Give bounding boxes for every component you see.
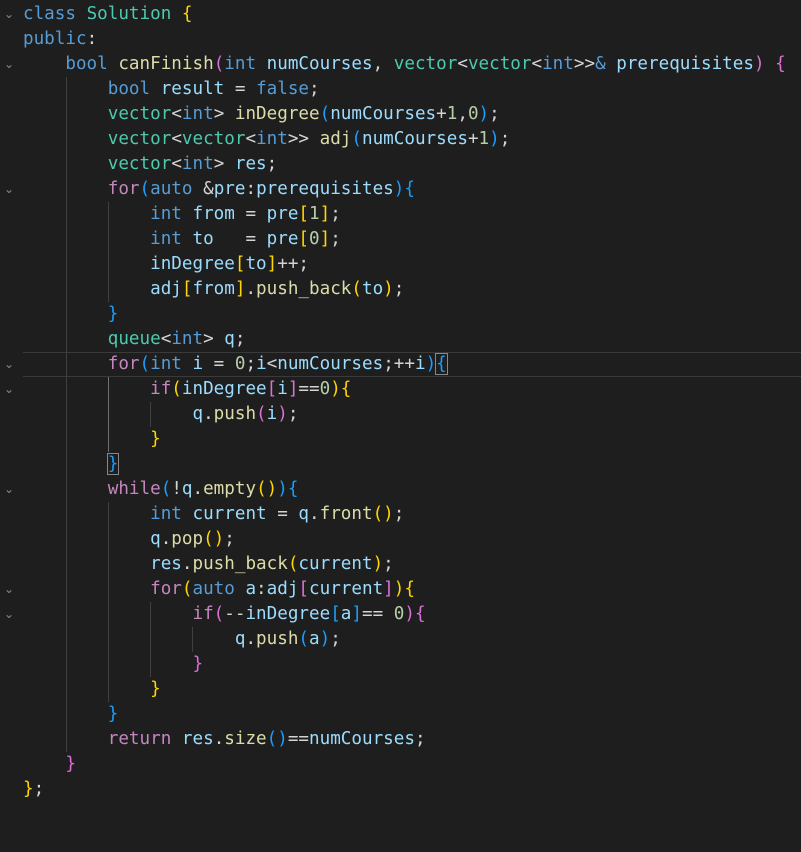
keyword: class	[23, 4, 76, 24]
parameter: numCourses	[266, 54, 373, 74]
code-line[interactable]: inDegree[to]++;	[0, 252, 801, 277]
code-line[interactable]: public:	[0, 27, 801, 52]
code-line[interactable]: }	[0, 702, 801, 727]
code-line[interactable]: q.pop();	[0, 527, 801, 552]
parameter: prerequisites	[616, 54, 754, 74]
code-line[interactable]: int to = pre[0];	[0, 227, 801, 252]
code-line[interactable]: }	[0, 677, 801, 702]
code-line[interactable]: int current = q.front();	[0, 502, 801, 527]
type: vector	[467, 54, 532, 74]
function-name: canFinish	[118, 54, 214, 74]
code-line[interactable]: }	[0, 427, 801, 452]
code-line[interactable]: return res.size()==numCourses;	[0, 727, 801, 752]
code-line[interactable]: q.push(a);	[0, 627, 801, 652]
code-line[interactable]: };	[0, 777, 801, 802]
keyword: int	[542, 54, 574, 74]
code-line[interactable]: }	[0, 752, 801, 777]
code-line-current[interactable]: ⌄ for(int i = 0;i<numCourses;++i){	[0, 352, 801, 377]
chevron-down-icon[interactable]: ⌄	[2, 577, 16, 602]
type: vector	[393, 54, 458, 74]
code-line[interactable]: ⌄ if(inDegree[i]==0){	[0, 377, 801, 402]
chevron-down-icon[interactable]: ⌄	[2, 377, 16, 402]
code-editor[interactable]: ⌄ class Solution { public: ⌄ bool canFin…	[0, 0, 801, 803]
chevron-down-icon[interactable]: ⌄	[2, 352, 16, 377]
code-line[interactable]: vector<vector<int>> adj(numCourses+1);	[0, 127, 801, 152]
matched-bracket: {	[435, 353, 448, 375]
keyword: int	[224, 54, 257, 74]
code-line[interactable]: vector<int> res;	[0, 152, 801, 177]
code-line[interactable]: adj[from].push_back(to);	[0, 277, 801, 302]
code-line[interactable]: ⌄ while(!q.empty()){	[0, 477, 801, 502]
matched-bracket: }	[106, 453, 120, 475]
code-line[interactable]: bool result = false;	[0, 77, 801, 102]
code-line[interactable]: }	[0, 302, 801, 327]
chevron-down-icon[interactable]: ⌄	[2, 2, 16, 27]
code-line[interactable]: int from = pre[1];	[0, 202, 801, 227]
chevron-down-icon[interactable]: ⌄	[2, 602, 16, 627]
code-line[interactable]: queue<int> q;	[0, 327, 801, 352]
code-line[interactable]: ⌄ class Solution {	[0, 2, 801, 27]
code-line[interactable]: ⌄ if(--inDegree[a]== 0){	[0, 602, 801, 627]
chevron-down-icon[interactable]: ⌄	[2, 177, 16, 202]
keyword: public	[23, 29, 87, 49]
code-line[interactable]: vector<int> inDegree(numCourses+1,0);	[0, 102, 801, 127]
code-line[interactable]: ⌄ for(auto a:adj[current]){	[0, 577, 801, 602]
chevron-down-icon[interactable]: ⌄	[2, 52, 16, 77]
class-name: Solution	[86, 4, 172, 24]
code-line[interactable]: res.push_back(current);	[0, 552, 801, 577]
chevron-down-icon[interactable]: ⌄	[2, 477, 16, 502]
code-line[interactable]: }	[0, 452, 801, 477]
code-line[interactable]: q.push(i);	[0, 402, 801, 427]
code-line[interactable]: }	[0, 652, 801, 677]
keyword: bool	[65, 54, 108, 74]
code-line[interactable]: ⌄ for(auto &pre:prerequisites){	[0, 177, 801, 202]
code-line[interactable]: ⌄ bool canFinish(int numCourses, vector<…	[0, 52, 801, 77]
